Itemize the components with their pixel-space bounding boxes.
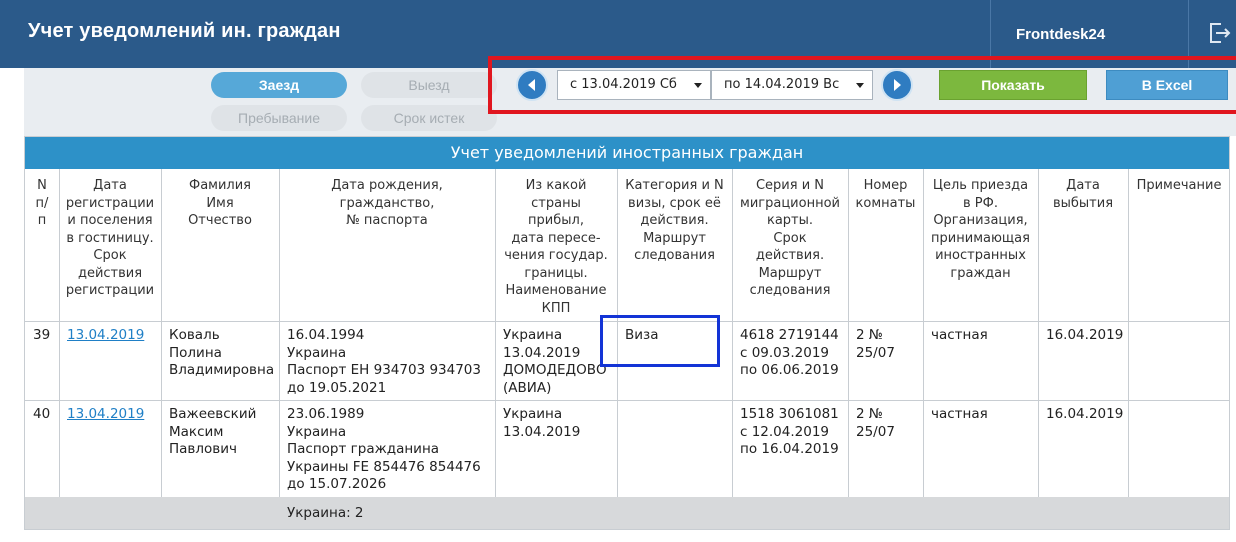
migration-card: 4618 2719144 с 09.03.2019 по 06.06.2019 [740,327,839,378]
row-number: 40 [33,406,51,422]
departure-date: 16.04.2019 [1046,406,1124,422]
birth-passport: 23.06.1989 Украина Паспорт гражданина Ук… [287,406,481,492]
registration-date-link[interactable]: 13.04.2019 [67,327,144,343]
column-header-full-name: Фамилия Имя Отчество [188,178,252,228]
column-header-visa: Категория и N визы, срок её действия. Ма… [625,178,724,263]
column-header-number: N п/ п [35,178,49,228]
column-header-room: Номер комнаты [855,178,916,211]
visit-purpose: частная [931,327,988,343]
logout-icon[interactable] [1206,20,1232,46]
highlight-frame-blue [600,315,720,367]
tab-departure[interactable]: Выезд [361,72,497,98]
column-divider [495,169,496,497]
column-divider [732,169,733,497]
tab-stay[interactable]: Пребывание [211,105,347,131]
guest-name: Важеевский Максим Павлович [169,406,257,457]
column-divider [848,169,849,497]
row-divider [25,400,1229,401]
origin-info: Украина 13.04.2019 [503,406,581,440]
column-header-purpose: Цель приезда в РФ. Организация, принимаю… [931,178,1030,281]
migration-card: 1518 3061081 с 12.04.2019 по 16.04.2019 [740,406,839,457]
column-header-departure-date: Дата выбытия [1052,178,1114,211]
summary-row: Украина: 2 [25,497,1229,529]
column-divider [59,169,60,497]
column-header-birth-passport: Дата рождения, гражданство, № паспорта [331,178,443,228]
column-divider [279,169,280,497]
column-header-note: Примечание [1136,178,1222,193]
origin-info: Украина 13.04.2019 ДОМОДЕДОВО (АВИА) [503,327,607,396]
column-header-origin: Из какой страны прибыл, дата пересе- чен… [504,178,608,316]
tab-arrival[interactable]: Заезд [211,72,347,98]
room-number: 2 № 25/07 [856,327,895,361]
highlight-frame-red [488,56,1236,114]
departure-date: 16.04.2019 [1046,327,1124,343]
column-divider [1128,169,1129,497]
page-title: Учет уведомлений ин. граждан [28,20,341,42]
visit-purpose: частная [931,406,988,422]
birth-passport: 16.04.1994 Украина Паспорт ЕН 934703 934… [287,327,481,396]
column-divider [923,169,924,497]
row-number: 39 [33,327,51,343]
column-header-migration-card: Серия и N миграционной карты. Срок дейст… [740,178,840,298]
column-divider [1038,169,1039,497]
user-name[interactable]: Frontdesk24 [1016,26,1105,43]
tab-expired[interactable]: Срок истек [361,105,497,131]
column-divider [161,169,162,497]
table-title: Учет уведомлений иностранных граждан [25,137,1229,169]
guest-name: Коваль Полина Владимировна [169,327,275,378]
summary-text: Украина: 2 [287,505,364,521]
column-header-registration-date: Дата регистрации и поселения в гостиницу… [65,178,155,298]
room-number: 2 № 25/07 [856,406,895,440]
registration-date-link[interactable]: 13.04.2019 [67,406,144,422]
